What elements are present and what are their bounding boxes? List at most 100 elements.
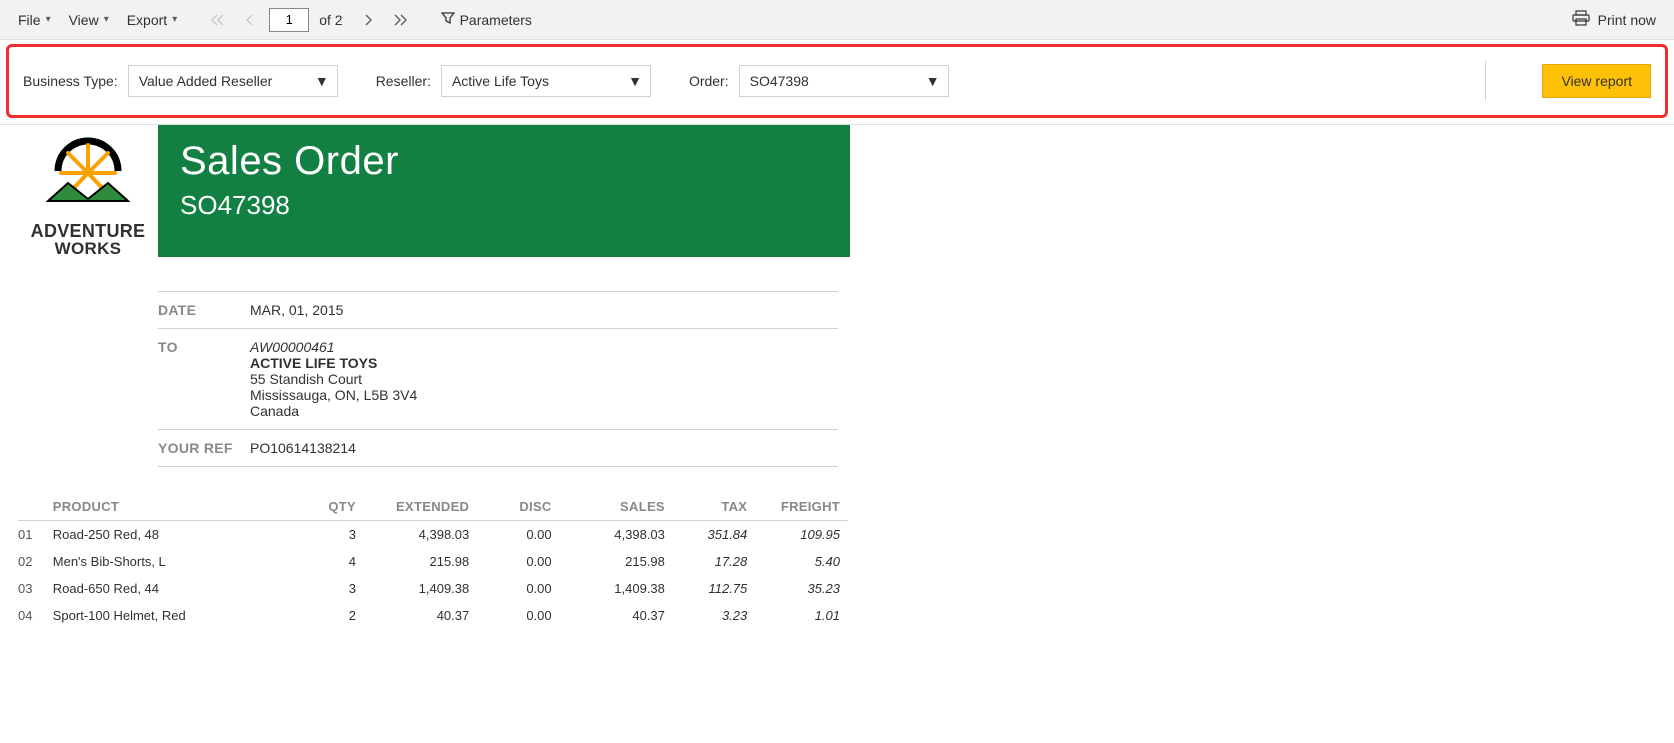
row-index: 02 — [18, 548, 45, 575]
col-tax: TAX — [673, 493, 755, 521]
view-report-button[interactable]: View report — [1542, 64, 1651, 98]
parameters-button[interactable]: Parameters — [435, 7, 538, 32]
row-disc: 0.00 — [477, 575, 559, 602]
page-number-input[interactable] — [269, 8, 309, 32]
row-index: 01 — [18, 521, 45, 549]
to-code: AW00000461 — [250, 339, 417, 355]
reseller-label: Reseller: — [376, 73, 431, 89]
report-page: ADVENTURE WORKS Sales Order SO47398 DATE… — [0, 125, 850, 659]
param-reseller: Reseller: Active Life Toys ▼ — [376, 65, 651, 97]
row-sales: 1,409.38 — [560, 575, 673, 602]
row-disc: 0.00 — [477, 548, 559, 575]
export-menu[interactable]: Export ▾ — [121, 8, 184, 32]
caret-down-icon: ▼ — [926, 73, 940, 89]
date-value: MAR, 01, 2015 — [250, 302, 343, 318]
row-tax: 112.75 — [673, 575, 755, 602]
row-extended: 4,398.03 — [364, 521, 477, 549]
meta-to-row: TO AW00000461 ACTIVE LIFE TOYS 55 Standi… — [158, 329, 838, 430]
table-row: 02Men's Bib-Shorts, L4215.980.00215.9817… — [18, 548, 848, 575]
page-total: of 2 — [319, 12, 342, 28]
col-freight: FREIGHT — [755, 493, 848, 521]
report-viewport[interactable]: ADVENTURE WORKS Sales Order SO47398 DATE… — [0, 124, 1674, 737]
meta-ref-row: YOUR REF PO10614138214 — [158, 430, 838, 467]
divider — [1485, 61, 1486, 101]
next-page-button[interactable] — [355, 7, 381, 33]
col-sales: SALES — [560, 493, 673, 521]
row-tax: 351.84 — [673, 521, 755, 549]
print-icon — [1572, 10, 1590, 29]
business-type-dropdown[interactable]: Value Added Reseller ▼ — [128, 65, 338, 97]
business-type-value: Value Added Reseller — [139, 73, 273, 89]
logo-text-bottom: WORKS — [31, 240, 146, 257]
file-label: File — [18, 12, 41, 28]
export-label: Export — [127, 12, 167, 28]
reseller-value: Active Life Toys — [452, 73, 549, 89]
row-qty: 4 — [302, 548, 364, 575]
report-title: Sales Order — [180, 139, 828, 184]
line-items-table: PRODUCT QTY EXTENDED DISC SALES TAX FREI… — [18, 493, 848, 629]
business-type-label: Business Type: — [23, 73, 118, 89]
caret-down-icon: ▼ — [628, 73, 642, 89]
row-tax: 3.23 — [673, 602, 755, 629]
report-order-number: SO47398 — [180, 190, 828, 221]
order-value: SO47398 — [750, 73, 809, 89]
first-page-button[interactable] — [205, 7, 231, 33]
file-menu[interactable]: File ▾ — [12, 8, 57, 32]
row-tax: 17.28 — [673, 548, 755, 575]
order-dropdown[interactable]: SO47398 ▼ — [739, 65, 949, 97]
table-row: 03Road-650 Red, 4431,409.380.001,409.381… — [18, 575, 848, 602]
print-now-button[interactable]: Print now — [1572, 10, 1662, 29]
col-extended: EXTENDED — [364, 493, 477, 521]
row-extended: 40.37 — [364, 602, 477, 629]
logo-text-top: ADVENTURE — [31, 221, 146, 241]
parameter-panel: Business Type: Value Added Reseller ▼ Re… — [6, 44, 1668, 118]
ref-label: YOUR REF — [158, 440, 250, 456]
view-label: View — [69, 12, 99, 28]
to-addr1: 55 Standish Court — [250, 371, 417, 387]
row-qty: 3 — [302, 575, 364, 602]
table-row: 01Road-250 Red, 4834,398.030.004,398.033… — [18, 521, 848, 549]
row-sales: 215.98 — [560, 548, 673, 575]
param-business-type: Business Type: Value Added Reseller ▼ — [23, 65, 338, 97]
to-label: TO — [158, 339, 250, 355]
date-label: DATE — [158, 302, 250, 318]
row-disc: 0.00 — [477, 521, 559, 549]
table-row: 04Sport-100 Helmet, Red240.370.0040.373.… — [18, 602, 848, 629]
row-product: Men's Bib-Shorts, L — [45, 548, 302, 575]
chevron-down-icon: ▾ — [104, 14, 109, 25]
print-label: Print now — [1598, 12, 1656, 28]
row-index: 04 — [18, 602, 45, 629]
row-sales: 40.37 — [560, 602, 673, 629]
param-order: Order: SO47398 ▼ — [689, 65, 949, 97]
row-extended: 215.98 — [364, 548, 477, 575]
report-toolbar: File ▾ View ▾ Export ▾ of 2 Parameters P… — [0, 0, 1674, 40]
reseller-dropdown[interactable]: Active Life Toys ▼ — [441, 65, 651, 97]
row-freight: 1.01 — [755, 602, 848, 629]
row-extended: 1,409.38 — [364, 575, 477, 602]
caret-down-icon: ▼ — [315, 73, 329, 89]
row-freight: 35.23 — [755, 575, 848, 602]
row-qty: 3 — [302, 521, 364, 549]
row-freight: 5.40 — [755, 548, 848, 575]
ref-value: PO10614138214 — [250, 440, 356, 456]
col-qty: QTY — [302, 493, 364, 521]
prev-page-button[interactable] — [237, 7, 263, 33]
row-disc: 0.00 — [477, 602, 559, 629]
row-index: 03 — [18, 575, 45, 602]
filter-icon — [441, 11, 455, 28]
view-menu[interactable]: View ▾ — [63, 8, 115, 32]
adventure-works-logo: ADVENTURE WORKS — [18, 125, 158, 257]
row-freight: 109.95 — [755, 521, 848, 549]
row-product: Road-250 Red, 48 — [45, 521, 302, 549]
col-product: PRODUCT — [45, 493, 302, 521]
row-product: Sport-100 Helmet, Red — [45, 602, 302, 629]
row-product: Road-650 Red, 44 — [45, 575, 302, 602]
last-page-button[interactable] — [387, 7, 413, 33]
to-name: ACTIVE LIFE TOYS — [250, 355, 417, 371]
order-label: Order: — [689, 73, 729, 89]
chevron-down-icon: ▾ — [46, 14, 51, 25]
to-addr2: Mississauga, ON, L5B 3V4 — [250, 387, 417, 403]
row-sales: 4,398.03 — [560, 521, 673, 549]
meta-date-row: DATE MAR, 01, 2015 — [158, 291, 838, 329]
report-title-band: Sales Order SO47398 — [158, 125, 850, 257]
